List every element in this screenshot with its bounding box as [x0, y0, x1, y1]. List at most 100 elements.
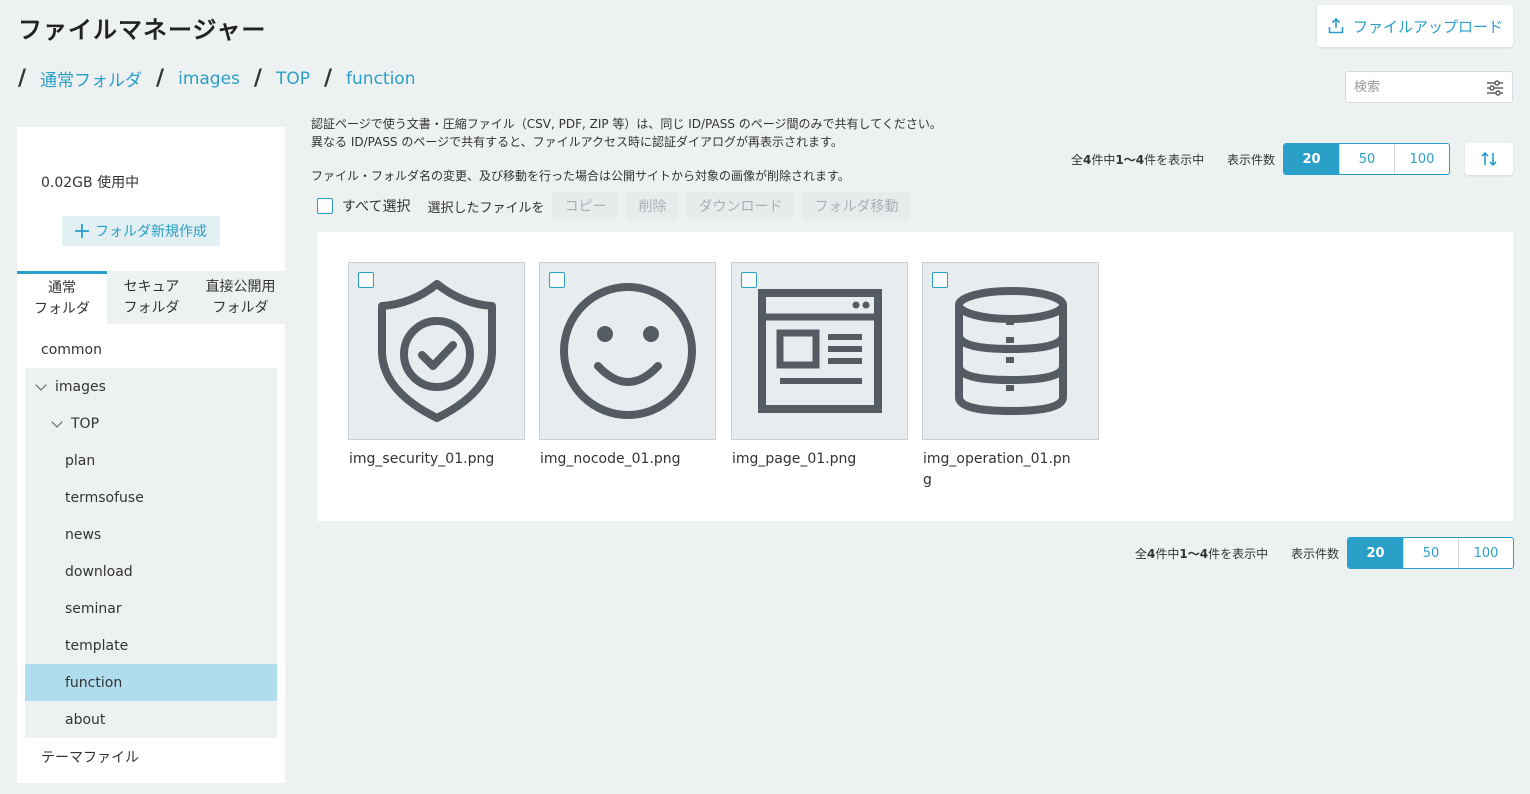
download-button[interactable]: ダウンロード: [686, 192, 795, 220]
chevron-down-icon[interactable]: [35, 378, 47, 391]
tree-node-label: template: [65, 637, 129, 654]
chevron-down-icon[interactable]: [51, 415, 63, 428]
per-page-option[interactable]: 20: [1284, 144, 1339, 174]
tab-label-line2: フォルダ: [34, 301, 90, 317]
tree-node-images[interactable]: images: [25, 368, 277, 405]
file-checkbox[interactable]: [741, 272, 757, 288]
breadcrumb-images[interactable]: images: [178, 69, 240, 89]
notice-auth-line1: 認証ページで使う文書・圧縮ファイル（CSV, PDF, ZIP 等）は、同じ I…: [311, 117, 942, 131]
delete-button[interactable]: 削除: [626, 192, 679, 220]
tree-node-label: news: [65, 526, 102, 543]
per-page-selector-top: 20 50 100: [1283, 143, 1450, 175]
tree-node-top[interactable]: TOP: [25, 405, 277, 442]
pag-prefix: 全: [1135, 547, 1148, 561]
pag-mid: 件中: [1155, 547, 1180, 561]
file-card[interactable]: img_page_01.png: [731, 262, 908, 470]
tree-node-label: テーマファイル: [41, 749, 139, 766]
tab-label-line1: セキュア: [123, 278, 180, 295]
tree-node-plan[interactable]: plan: [25, 442, 277, 479]
per-page-selector-bottom: 20 50 100: [1347, 537, 1514, 569]
pag-range: 1〜4: [1179, 547, 1209, 561]
copy-button[interactable]: コピー: [552, 192, 619, 220]
file-name: img_page_01.png: [732, 451, 857, 467]
pag-suffix: 件を表示中: [1144, 153, 1205, 167]
file-thumbnail[interactable]: [922, 262, 1099, 440]
pag-suffix: 件を表示中: [1208, 547, 1269, 561]
tree-node-label: seminar: [65, 600, 122, 617]
tree-node-label: about: [65, 711, 106, 728]
per-page-label-top: 表示件数: [1227, 153, 1276, 167]
search-box: [1345, 71, 1513, 103]
tree-node-theme-files[interactable]: テーマファイル: [17, 738, 285, 775]
per-page-label-bottom: 表示件数: [1291, 547, 1340, 561]
bulk-action-bar: すべて選択 選択したファイルを コピー 削除 ダウンロード フォルダ移動: [317, 192, 911, 220]
pagination-info-bottom: 全4件中1〜4件を表示中: [1135, 545, 1268, 562]
folder-type-tabs: 通常フォルダ セキュアフォルダ 直接公開用フォルダ: [17, 271, 285, 324]
sidebar: 0.02GB 使用中 フォルダ新規作成 通常フォルダ セキュアフォルダ 直接公開…: [17, 127, 285, 783]
tree-node-news[interactable]: news: [25, 516, 277, 553]
tree-node-label: termsofuse: [65, 489, 144, 506]
plus-icon: [75, 224, 89, 238]
file-thumbnail[interactable]: [539, 262, 716, 440]
tree-node-common[interactable]: common: [17, 331, 285, 368]
search-input[interactable]: [1346, 72, 1476, 102]
file-card[interactable]: img_security_01.png: [348, 262, 525, 470]
tree-node-label: TOP: [71, 415, 100, 432]
sort-icon: [1481, 151, 1497, 167]
select-all-label[interactable]: すべて選択: [342, 196, 410, 216]
per-page-option[interactable]: 20: [1348, 538, 1403, 568]
file-grid: img_security_01.png img_nocode_01.png im…: [317, 232, 1513, 521]
per-page-option[interactable]: 50: [1403, 538, 1458, 568]
file-upload-label: ファイルアップロード: [1352, 17, 1503, 36]
tab-label-line2: フォルダ: [212, 299, 269, 316]
pag-prefix: 全: [1071, 153, 1084, 167]
new-folder-button[interactable]: フォルダ新規作成: [62, 216, 220, 246]
selected-files-label: 選択したファイルを: [427, 200, 545, 216]
sort-button[interactable]: [1465, 143, 1513, 175]
database-icon: [954, 287, 1067, 416]
tree-node-label: common: [41, 341, 102, 358]
tree-node-function[interactable]: function: [25, 664, 277, 701]
tab-secure-folder[interactable]: セキュア フォルダ: [107, 271, 196, 324]
page-title: ファイルマネージャー: [18, 16, 267, 44]
tab-normal-folder[interactable]: 通常 フォルダ: [17, 271, 107, 324]
tree-node-termsofuse[interactable]: termsofuse: [25, 479, 277, 516]
tree-node-label: images: [55, 378, 106, 395]
file-card[interactable]: img_operation_01.png: [922, 262, 1099, 491]
tab-label-line2: フォルダ: [123, 299, 180, 316]
breadcrumb-function[interactable]: function: [346, 69, 415, 89]
browser-page-icon: [757, 289, 882, 413]
pag-mid: 件中: [1091, 153, 1116, 167]
file-thumbnail[interactable]: [731, 262, 908, 440]
file-checkbox[interactable]: [549, 272, 565, 288]
breadcrumb-normal-folder[interactable]: 通常フォルダ: [40, 66, 142, 91]
move-folder-button[interactable]: フォルダ移動: [802, 192, 911, 220]
tree-node-about[interactable]: about: [25, 701, 277, 738]
select-all-checkbox[interactable]: [317, 198, 333, 214]
file-thumbnail[interactable]: [348, 262, 525, 440]
per-page-option[interactable]: 50: [1339, 144, 1394, 174]
file-name: img_operation_01.png: [923, 451, 1071, 488]
file-checkbox[interactable]: [358, 272, 374, 288]
file-name: img_security_01.png: [349, 451, 495, 467]
per-page-option[interactable]: 100: [1458, 538, 1513, 568]
tree-node-label: download: [65, 563, 133, 580]
tree-node-template[interactable]: template: [25, 627, 277, 664]
tree-node-label: plan: [65, 452, 96, 469]
notice-auth-line2: 異なる ID/PASS のページで共有すると、ファイルアクセス時に認証ダイアログ…: [311, 135, 843, 149]
tab-label-line1: 直接公開用: [205, 278, 276, 295]
folder-tree: common images TOP plan termsofuse news d…: [17, 331, 285, 775]
per-page-option[interactable]: 100: [1394, 144, 1449, 174]
filter-settings-icon[interactable]: [1486, 79, 1504, 97]
tab-label-line1: 通常: [48, 280, 76, 296]
storage-usage: 0.02GB 使用中: [41, 175, 140, 191]
notice-rename-move: ファイル・フォルダ名の変更、及び移動を行った場合は公開サイトから対象の画像が削除…: [311, 169, 850, 183]
file-checkbox[interactable]: [932, 272, 948, 288]
file-upload-button[interactable]: ファイルアップロード: [1317, 5, 1513, 47]
tab-direct-public-folder[interactable]: 直接公開用 フォルダ: [196, 271, 285, 324]
file-card[interactable]: img_nocode_01.png: [539, 262, 716, 470]
tree-node-download[interactable]: download: [25, 553, 277, 590]
breadcrumb: / 通常フォルダ / images / TOP / function: [18, 66, 416, 91]
tree-node-seminar[interactable]: seminar: [25, 590, 277, 627]
breadcrumb-top[interactable]: TOP: [276, 69, 310, 89]
